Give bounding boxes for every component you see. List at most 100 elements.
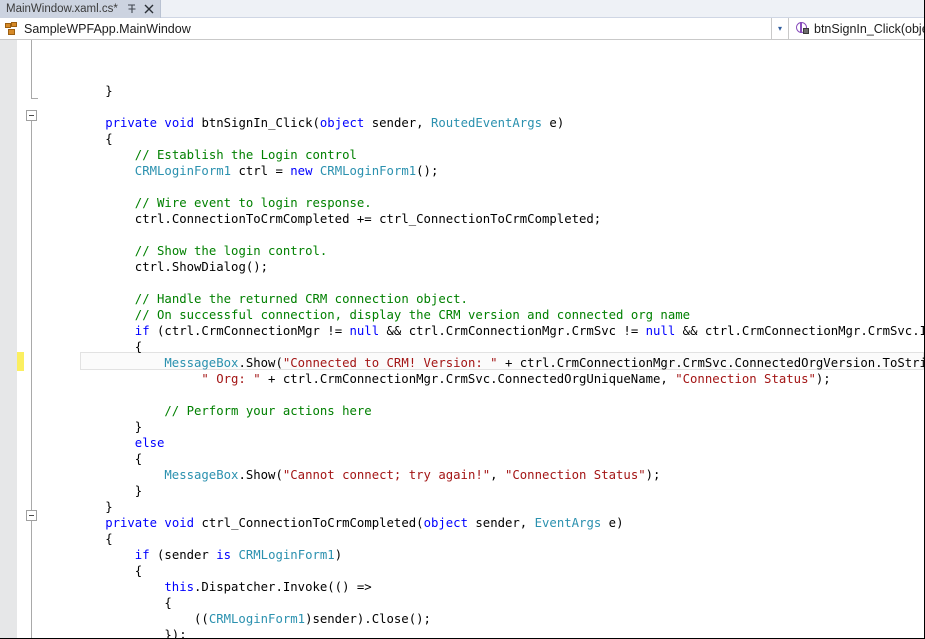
code-token: .Show( bbox=[238, 356, 283, 370]
code-line: CRMLoginForm1 ctrl = new CRMLoginForm1()… bbox=[135, 163, 439, 179]
code-token: this bbox=[164, 580, 195, 594]
code-token: // Wire event to login response. bbox=[134, 196, 372, 210]
code-token: sender, bbox=[467, 516, 535, 530]
code-token: ctrl.ShowDialog(); bbox=[134, 260, 269, 274]
document-tab-label: MainWindow.xaml.cs* bbox=[6, 3, 118, 15]
code-line: // On successful connection, display the… bbox=[135, 307, 690, 323]
code-line: { bbox=[135, 563, 142, 579]
code-token: ); bbox=[815, 372, 831, 386]
code-token: MessageBox bbox=[164, 356, 239, 370]
code-token: .Show( bbox=[238, 468, 283, 482]
code-token: ) bbox=[334, 548, 343, 562]
collapse-region-toggle[interactable] bbox=[26, 510, 37, 521]
code-line: { bbox=[135, 451, 142, 467]
collapse-region-toggle[interactable] bbox=[26, 110, 37, 121]
member-dropdown-value: btnSignIn_Click(object bbox=[814, 21, 924, 36]
code-token: sender, bbox=[364, 116, 431, 130]
code-token: null bbox=[645, 324, 676, 338]
selection-margin[interactable] bbox=[17, 40, 30, 638]
code-line: } bbox=[105, 83, 112, 99]
outline-vertical-line bbox=[31, 510, 32, 638]
code-token: if bbox=[134, 324, 150, 338]
code-line: } bbox=[135, 419, 142, 435]
code-token: { bbox=[105, 532, 113, 546]
outline-vertical-line bbox=[31, 40, 32, 98]
code-token: "Connection Status" bbox=[675, 372, 816, 386]
outlining-margin[interactable] bbox=[26, 40, 44, 638]
code-token: .Dispatcher.Invoke(() => bbox=[194, 580, 372, 594]
code-token: { bbox=[105, 132, 113, 146]
code-token: // Show the login control. bbox=[134, 244, 328, 258]
member-dropdown[interactable]: ▾ btnSignIn_Click(object bbox=[772, 17, 924, 40]
method-private-icon bbox=[795, 21, 810, 36]
code-token: { bbox=[134, 452, 143, 466]
code-token: e) bbox=[542, 116, 565, 130]
code-line: if (ctrl.CrmConnectionMgr != null && ctr… bbox=[135, 323, 924, 339]
code-token: e) bbox=[601, 516, 624, 530]
code-token: (ctrl.CrmConnectionMgr != bbox=[149, 324, 350, 338]
code-token: EventArgs bbox=[534, 516, 602, 530]
code-token: CRMLoginForm1 bbox=[134, 164, 232, 178]
code-token: MessageBox bbox=[164, 468, 239, 482]
navigation-bar: SampleWPFApp.MainWindow ▾ btnSignIn_Clic… bbox=[0, 17, 924, 40]
code-token: if bbox=[134, 548, 150, 562]
type-dropdown-value: SampleWPFApp.MainWindow bbox=[24, 21, 191, 36]
code-line: this.Dispatcher.Invoke(() => bbox=[164, 579, 371, 595]
close-icon[interactable] bbox=[143, 3, 155, 15]
document-tab-strip: MainWindow.xaml.cs* bbox=[0, 0, 924, 18]
code-line: private void btnSignIn_Click(object send… bbox=[105, 115, 564, 131]
tab-strip-empty-area bbox=[160, 0, 924, 17]
visual-studio-editor-window: MainWindow.xaml.cs* SampleWPFApp.MainWin… bbox=[0, 0, 925, 639]
code-token: private bbox=[105, 116, 158, 130]
code-token: { bbox=[134, 340, 143, 354]
dropdown-divider bbox=[788, 17, 789, 40]
code-token: is bbox=[216, 548, 232, 562]
code-editor[interactable]: } private void btnSignIn_Click(object sen… bbox=[0, 40, 924, 638]
class-icon bbox=[5, 21, 19, 36]
code-token: private bbox=[105, 516, 158, 530]
code-line: if (sender is CRMLoginForm1) bbox=[135, 547, 342, 563]
code-token: { bbox=[134, 564, 143, 578]
code-token: } bbox=[134, 420, 143, 434]
chevron-down-icon[interactable]: ▾ bbox=[772, 18, 788, 40]
code-line: } bbox=[105, 499, 112, 515]
code-token: ctrl = bbox=[231, 164, 291, 178]
code-token: } bbox=[105, 84, 113, 98]
code-line: }); bbox=[164, 627, 186, 638]
code-line: // Handle the returned CRM connection ob… bbox=[135, 291, 468, 307]
code-line: MessageBox.Show("Connected to CRM! Versi… bbox=[164, 355, 924, 371]
code-text-surface[interactable]: } private void btnSignIn_Click(object sen… bbox=[44, 40, 924, 638]
code-line: { bbox=[105, 131, 112, 147]
outline-vertical-line bbox=[31, 110, 32, 510]
code-line: ((CRMLoginForm1)sender).Close(); bbox=[194, 611, 431, 627]
code-token: CRMLoginForm1 bbox=[208, 612, 306, 626]
code-token: && ctrl.CrmConnectionMgr.CrmSvc.IsReady) bbox=[682, 324, 924, 338]
code-token: // Perform your actions here bbox=[164, 404, 372, 418]
code-token: } bbox=[134, 484, 143, 498]
code-token: }); bbox=[164, 628, 187, 638]
code-token: " Org: " bbox=[201, 372, 261, 386]
code-token: , bbox=[490, 468, 505, 482]
code-line: else bbox=[135, 435, 165, 451]
code-line: // Wire event to login response. bbox=[135, 195, 372, 211]
indicator-margin[interactable] bbox=[0, 40, 17, 638]
code-token: btnSignIn_Click( bbox=[194, 116, 320, 130]
type-dropdown[interactable]: SampleWPFApp.MainWindow bbox=[0, 17, 772, 40]
code-token: CRMLoginForm1 bbox=[319, 164, 417, 178]
code-token: RoutedEventArgs bbox=[430, 116, 543, 130]
code-token: CRMLoginForm1 bbox=[238, 548, 335, 562]
pin-icon[interactable] bbox=[126, 3, 137, 15]
code-line: " Org: " + ctrl.CrmConnectionMgr.CrmSvc.… bbox=[201, 371, 830, 387]
code-token: // Establish the Login control bbox=[134, 148, 357, 162]
code-line: { bbox=[105, 531, 112, 547]
code-line: ctrl.ConnectionToCrmCompleted += ctrl_Co… bbox=[135, 211, 601, 227]
code-token: new bbox=[290, 164, 313, 178]
code-token: { bbox=[164, 596, 172, 610]
code-line: } bbox=[135, 483, 142, 499]
code-token: } bbox=[105, 500, 113, 514]
code-token: + ctrl.CrmConnectionMgr.CrmSvc.Connected… bbox=[260, 372, 676, 386]
code-line: { bbox=[164, 595, 171, 611]
document-tab-mainwindow-xaml-cs[interactable]: MainWindow.xaml.cs* bbox=[0, 0, 161, 18]
code-token: void bbox=[164, 516, 195, 530]
